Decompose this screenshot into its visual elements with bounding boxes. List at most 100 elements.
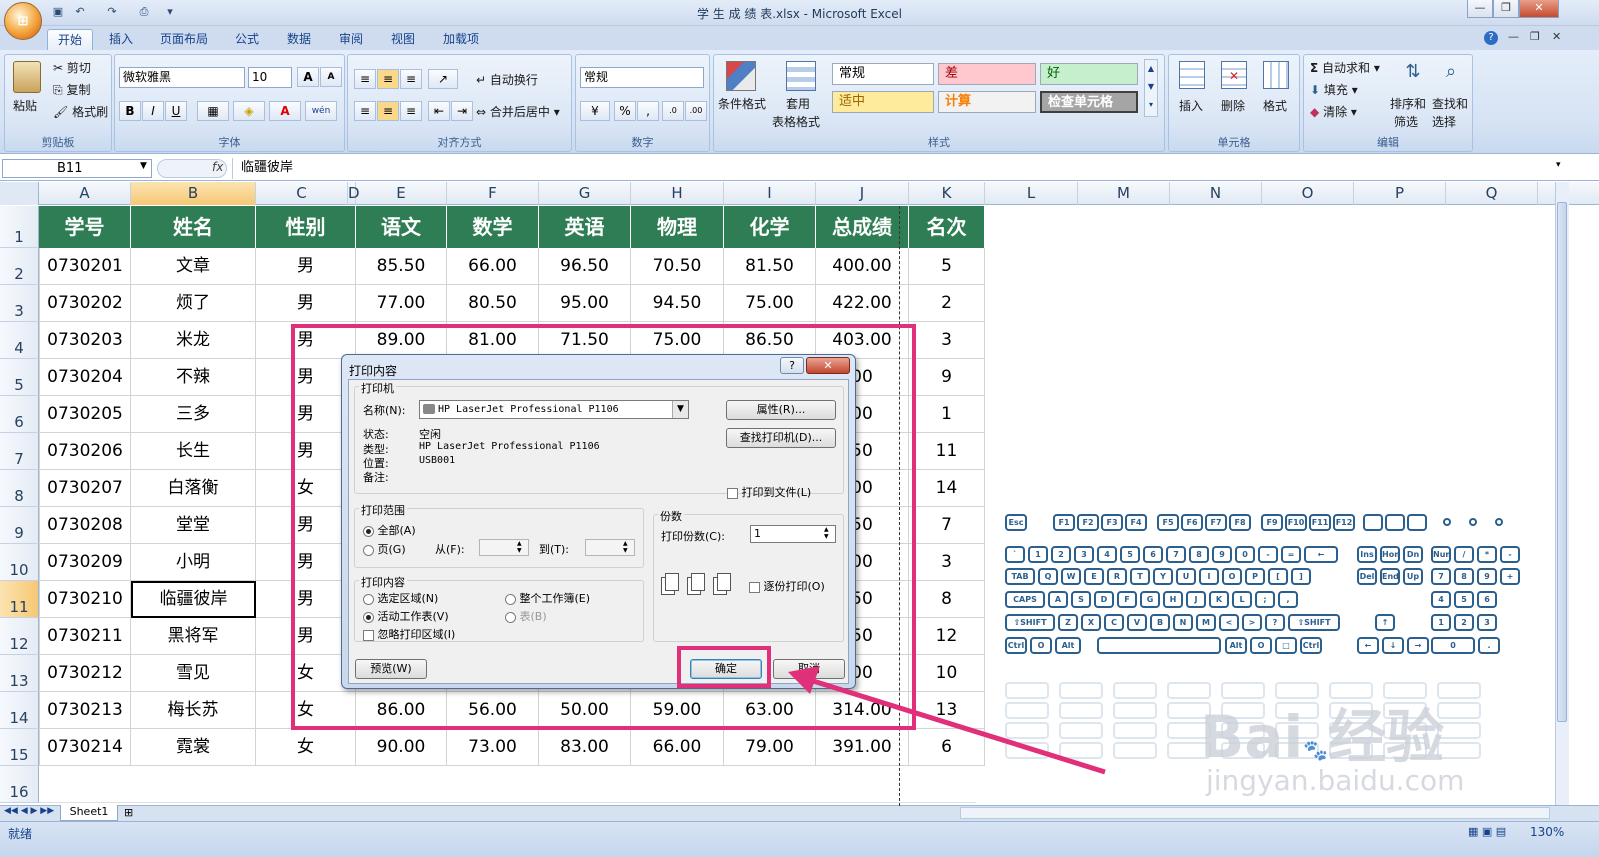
table-cell[interactable]: 小明 [131, 544, 256, 581]
table-cell[interactable]: 女 [256, 729, 356, 766]
paste-icon[interactable] [13, 61, 41, 93]
currency-button[interactable]: ¥ [580, 101, 610, 121]
to-spinner[interactable]: ▲ ▼ [623, 540, 628, 554]
italic-button[interactable]: I [142, 101, 164, 121]
format-cells-icon[interactable] [1263, 61, 1289, 89]
percent-button[interactable]: % [614, 101, 636, 121]
table-cell[interactable]: 0730202 [39, 285, 131, 322]
table-cell[interactable]: 0730207 [39, 470, 131, 507]
row-header-6[interactable]: 6 [0, 396, 39, 433]
shrink-font-button[interactable]: A [320, 67, 342, 87]
cut-button[interactable]: ✂ 剪切 [53, 59, 91, 76]
table-cell[interactable]: 77.00 [356, 285, 447, 322]
table-cell[interactable]: 96.50 [539, 248, 631, 285]
range-pages-radio[interactable]: 页(G) [363, 541, 406, 557]
decrease-indent-button[interactable]: ⇤ [428, 101, 450, 121]
table-cell[interactable]: 7 [909, 507, 985, 544]
style-calculation[interactable]: 计算 [938, 91, 1036, 113]
name-box-dropdown-icon[interactable]: ▼ [140, 161, 147, 171]
align-bottom-button[interactable]: ≡ [400, 69, 422, 89]
header-cell[interactable]: 名次 [909, 206, 985, 248]
tab-review[interactable]: 审阅 [329, 29, 373, 50]
row-header-9[interactable]: 9 [0, 507, 39, 544]
help-icon[interactable]: ? [1484, 31, 1498, 45]
collate-checkbox[interactable]: 逐份打印(O) [749, 578, 825, 594]
table-cell[interactable]: 66.00 [631, 729, 724, 766]
find-select-label-2[interactable]: 选择 [1432, 113, 1456, 130]
row-header-12[interactable]: 12 [0, 618, 39, 655]
table-cell[interactable]: 堂堂 [131, 507, 256, 544]
header-cell[interactable]: 姓名 [131, 206, 256, 248]
align-center-button[interactable]: ≡ [377, 101, 399, 121]
row-header-15[interactable]: 15 [0, 729, 39, 766]
what-active-radio[interactable]: 活动工作表(V) [363, 608, 449, 624]
table-cell[interactable]: 雪见 [131, 655, 256, 692]
format-cells-button[interactable]: 格式 [1263, 97, 1287, 114]
table-cell[interactable]: 男 [256, 248, 356, 285]
table-cell[interactable]: 0730214 [39, 729, 131, 766]
what-selection-dot[interactable] [363, 593, 374, 605]
column-header-A[interactable]: A [39, 182, 131, 205]
decrease-decimal-button[interactable]: .00 [685, 101, 707, 121]
table-cell[interactable]: 0730204 [39, 359, 131, 396]
preview-button[interactable]: 预览(W) [355, 659, 427, 679]
printer-name-select[interactable]: HP LaserJet Professional P1106 [419, 400, 689, 419]
column-header-M[interactable]: M [1078, 182, 1170, 205]
table-cell[interactable]: 0730206 [39, 433, 131, 470]
tab-page-layout[interactable]: 页面布局 [150, 29, 218, 50]
zoom-level[interactable]: 130% [1530, 825, 1564, 839]
header-cell[interactable]: 化学 [724, 206, 816, 248]
column-header-G[interactable]: G [539, 182, 631, 205]
office-button[interactable]: ⊞ [4, 2, 42, 40]
sort-filter-label-1[interactable]: 排序和 [1390, 95, 1426, 112]
table-cell[interactable]: 0730208 [39, 507, 131, 544]
row-header-4[interactable]: 4 [0, 322, 39, 359]
table-cell[interactable]: 不辣 [131, 359, 256, 396]
table-cell[interactable]: 14 [909, 470, 985, 507]
insert-function-icon[interactable]: fx [212, 160, 223, 174]
table-cell[interactable]: 73.00 [447, 729, 539, 766]
table-cell[interactable]: 75.00 [724, 285, 816, 322]
print-to-file-box[interactable] [727, 487, 738, 499]
increase-decimal-button[interactable]: .0 [662, 101, 684, 121]
increase-indent-button[interactable]: ⇥ [451, 101, 473, 121]
column-header-F[interactable]: F [447, 182, 539, 205]
table-cell[interactable]: 0730212 [39, 655, 131, 692]
table-cell[interactable]: 80.50 [447, 285, 539, 322]
font-name-combo[interactable]: 微软雅黑 [119, 67, 245, 88]
workbook-close-icon[interactable]: ✕ [1552, 30, 1561, 43]
table-cell[interactable]: 400.00 [816, 248, 909, 285]
style-neutral[interactable]: 适中 [832, 91, 934, 113]
table-cell[interactable]: 烦了 [131, 285, 256, 322]
maximize-button[interactable]: ❐ [1493, 0, 1519, 18]
font-color-button[interactable]: A [269, 101, 301, 121]
row-header-10[interactable]: 10 [0, 544, 39, 581]
row-header-8[interactable]: 8 [0, 470, 39, 507]
column-header-O[interactable]: O [1262, 182, 1354, 205]
number-format-combo[interactable]: 常规 [580, 67, 704, 88]
style-normal[interactable]: 常规 [832, 63, 934, 85]
format-as-table-icon[interactable] [786, 61, 816, 91]
table-cell[interactable]: 3 [909, 544, 985, 581]
table-cell[interactable]: 0730209 [39, 544, 131, 581]
table-cell[interactable]: 90.00 [356, 729, 447, 766]
styles-gallery-scroll[interactable]: ▲ ▼ ▾ [1144, 59, 1158, 117]
style-bad[interactable]: 差 [938, 63, 1036, 85]
dialog-close-button[interactable]: ✕ [806, 357, 850, 374]
tab-addins[interactable]: 加载项 [433, 29, 489, 50]
table-cell[interactable]: 白落衡 [131, 470, 256, 507]
table-cell[interactable]: 81.50 [724, 248, 816, 285]
dialog-help-button[interactable]: ? [780, 357, 804, 374]
conditional-format-icon[interactable] [726, 61, 756, 91]
what-workbook-dot[interactable] [505, 593, 516, 605]
header-cell[interactable]: 物理 [631, 206, 724, 248]
properties-button[interactable]: 属性(R)... [726, 400, 836, 420]
table-cell[interactable]: 70.50 [631, 248, 724, 285]
range-pages-dot[interactable] [363, 544, 374, 556]
align-right-button[interactable]: ≡ [400, 101, 422, 121]
column-header-H[interactable]: H [631, 182, 724, 205]
view-mode-icons[interactable]: ▦ ▣ ▤ [1468, 825, 1506, 838]
select-all-corner[interactable] [0, 182, 39, 205]
table-cell[interactable]: 94.50 [631, 285, 724, 322]
active-cell[interactable]: 临疆彼岸 [131, 581, 256, 618]
